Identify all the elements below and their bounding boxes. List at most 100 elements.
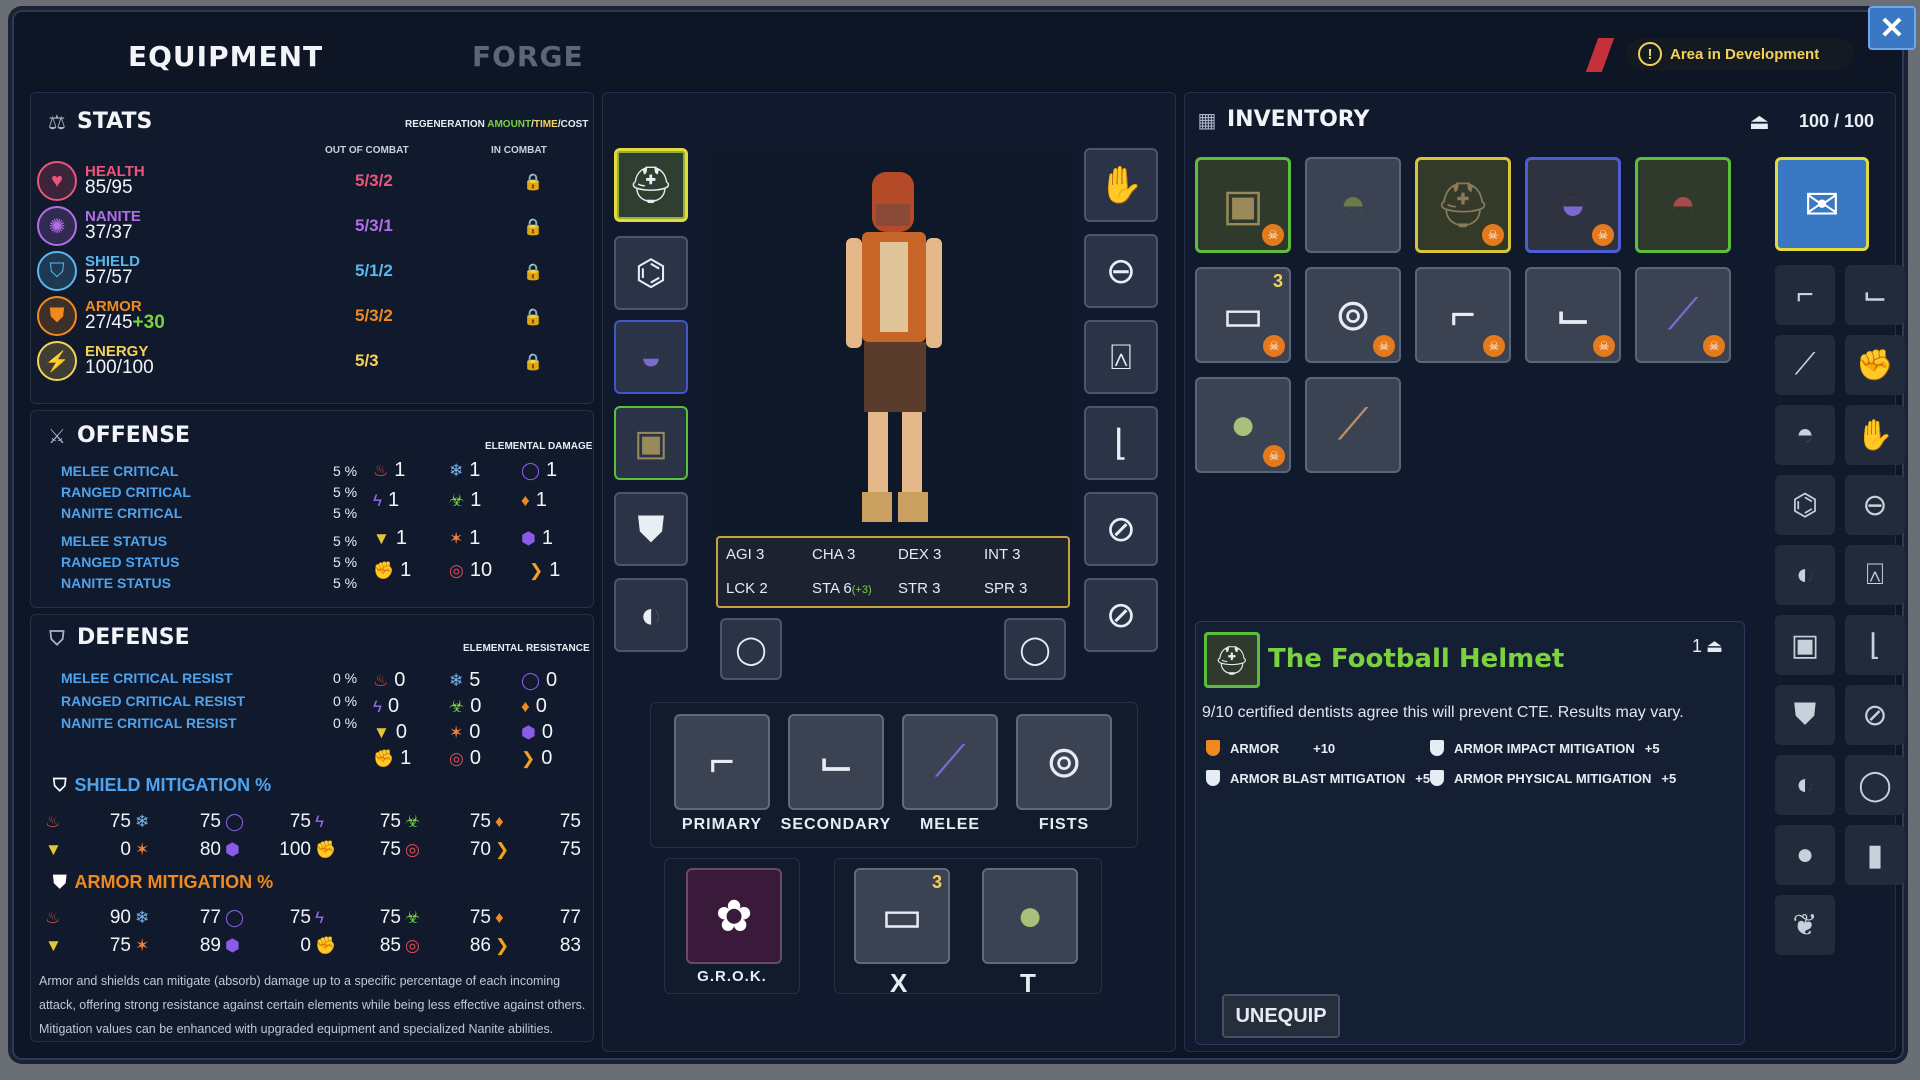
skull-icon: ☠ xyxy=(1262,224,1284,246)
mitigation-cell: ☣ 75 xyxy=(405,811,491,833)
inventory-item[interactable]: ⌙ ☠ xyxy=(1525,267,1621,363)
filter-backpacks[interactable]: ▣ xyxy=(1775,615,1835,675)
element-cell: ♨ 0 xyxy=(373,669,406,691)
slot-gloves[interactable]: ✋ xyxy=(1084,148,1158,222)
stat-shield: ⛉ SHIELD 57/57 5/1/2 🔒 xyxy=(37,249,577,293)
mitigation-value: 75 xyxy=(559,839,581,860)
mitigation-cell: ❄ 75 xyxy=(135,811,221,833)
filter-boots[interactable]: ⌊ xyxy=(1845,615,1905,675)
character-viewport[interactable] xyxy=(712,152,1072,532)
filter-melee[interactable]: ⟋ xyxy=(1775,335,1835,395)
slot-consumable-t[interactable]: ● xyxy=(982,868,1078,964)
filter-grenades[interactable]: ● xyxy=(1775,825,1835,885)
slot-backpack[interactable]: ▣ xyxy=(614,406,688,480)
defense-value: 0 % xyxy=(333,670,358,686)
attr-lck: LCK 2 xyxy=(726,580,768,597)
inventory-item[interactable]: ▭ 3 ☠ xyxy=(1195,267,1291,363)
slot-grok[interactable]: ✿ xyxy=(686,868,782,964)
filter-consumables[interactable]: ▮ xyxy=(1845,825,1905,885)
filter-pistols[interactable]: ⌙ xyxy=(1845,265,1905,325)
inventory-item[interactable]: ◓ xyxy=(1305,157,1401,253)
flame-icon: ♦ xyxy=(521,696,530,716)
tab-forge[interactable]: FORGE xyxy=(472,40,584,73)
ring-icon: ◯ xyxy=(1019,633,1051,665)
unequip-button[interactable]: UNEQUIP xyxy=(1222,994,1340,1038)
shield-outline-icon: ⛉ xyxy=(49,625,65,650)
filter-bracers[interactable]: ⊘ xyxy=(1845,685,1905,745)
slot-fists[interactable]: ⊚ xyxy=(1016,714,1112,810)
slot-bracer-left[interactable]: ⊘ xyxy=(1084,492,1158,566)
slot-tags[interactable]: ⌬ xyxy=(614,236,688,310)
slot-melee[interactable]: ⟋ xyxy=(902,714,998,810)
filter-pads[interactable]: ◐ xyxy=(1775,755,1835,815)
filter-all[interactable]: ✉ xyxy=(1775,157,1869,251)
filter-rifles[interactable]: ⌐ xyxy=(1775,265,1835,325)
filter-pants[interactable]: ⍓ xyxy=(1845,545,1905,605)
slot-chest[interactable]: ⛊ xyxy=(614,492,688,566)
filter-vests[interactable]: ⛊ xyxy=(1775,685,1835,745)
brass-knuckles-icon: ⊚ xyxy=(1334,290,1372,340)
leaf-icon: ❦ xyxy=(1792,908,1818,942)
filter-materials[interactable]: ❦ xyxy=(1775,895,1835,955)
slot-belt[interactable]: ⊖ xyxy=(1084,234,1158,308)
inventory-item[interactable]: ◒ ☠ xyxy=(1525,157,1621,253)
burst-icon: ✶ xyxy=(135,840,150,859)
cap-icon: ◒ xyxy=(640,336,662,377)
slot-consumable-x[interactable]: ▭ 3 xyxy=(854,868,950,964)
slot-bracer-right[interactable]: ⊘ xyxy=(1084,578,1158,652)
nanite-icon: ✺ xyxy=(37,206,77,246)
filter-shoulders[interactable]: ◐ xyxy=(1775,545,1835,605)
element-cell: ☣ 0 xyxy=(449,695,482,717)
inventory-item[interactable]: ⟋ xyxy=(1305,377,1401,473)
slot-secondary[interactable]: ⌙ xyxy=(788,714,884,810)
offense-value: 5 % xyxy=(333,575,358,591)
glove-icon: ✋ xyxy=(1856,418,1894,452)
filter-gloves[interactable]: ✋ xyxy=(1845,405,1905,465)
bracer-icon: ⊘ xyxy=(1105,594,1137,635)
lock-icon: 🔒 xyxy=(523,174,543,191)
inventory-item[interactable]: ⊚ ☠ xyxy=(1305,267,1401,363)
slot-shoulder[interactable]: ◐ xyxy=(614,578,688,652)
cap-icon: ◒ xyxy=(1559,180,1587,229)
inventory-item-selected[interactable]: ⛑ ☠ xyxy=(1415,157,1511,253)
filter-belts[interactable]: ⊖ xyxy=(1845,475,1905,535)
bottle-icon: ▮ xyxy=(1866,838,1884,872)
slot-primary[interactable]: ⌐ xyxy=(674,714,770,810)
skull-icon: ☠ xyxy=(1373,335,1395,357)
slot-pants[interactable]: ⍓ xyxy=(1084,320,1158,394)
slot-ring-right[interactable]: ◯ xyxy=(1004,618,1066,680)
defense-label: RANGED CRITICAL RESIST xyxy=(61,693,246,709)
attr-str: STR 3 xyxy=(898,580,941,597)
lightning-icon: ⚡ xyxy=(37,341,77,381)
tab-equipment[interactable]: EQUIPMENT xyxy=(128,40,323,73)
warning-icon: ! xyxy=(1638,42,1662,66)
offense-value: 5 % xyxy=(333,463,358,479)
mitigation-cell: ◯ 75 xyxy=(225,811,311,833)
filter-tags[interactable]: ⌬ xyxy=(1775,475,1835,535)
rifle-icon: ⌐ xyxy=(709,737,735,786)
slot-ring-left[interactable]: ◯ xyxy=(720,618,782,680)
mitigation-cell: ▼ 75 xyxy=(45,935,131,957)
inventory-item[interactable]: ● ☠ xyxy=(1195,377,1291,473)
shock-icon: ϟ xyxy=(315,908,324,927)
item-detail-card: ⛑ The Football Helmet 1 ⏏ 9/10 certified … xyxy=(1195,621,1745,1045)
inventory-item[interactable]: ◓ xyxy=(1635,157,1731,253)
shotgun-icon: ⟋ xyxy=(1337,400,1369,449)
filter-rings[interactable]: ◯ xyxy=(1845,755,1905,815)
mitigation-cell: ✊ 85 xyxy=(315,935,401,957)
frost-icon: ❄ xyxy=(449,670,464,690)
inventory-item[interactable]: ⟋ ☠ xyxy=(1635,267,1731,363)
slot-cap[interactable]: ◒ xyxy=(614,320,688,394)
filter-helmets[interactable]: ◓ xyxy=(1775,405,1835,465)
rifle-icon: ⌐ xyxy=(1450,290,1476,339)
chevron-icon: ▼ xyxy=(45,936,62,955)
slot-boots[interactable]: ⌊ xyxy=(1084,406,1158,480)
regen-header: REGENERATION AMOUNT/TIME/COST xyxy=(405,119,589,130)
slot-helmet[interactable]: ⛑ xyxy=(614,148,688,222)
inventory-item[interactable]: ▣ ☠ xyxy=(1195,157,1291,253)
void-icon: ◯ xyxy=(521,460,541,480)
inventory-item[interactable]: ⌐ ☠ xyxy=(1415,267,1511,363)
close-button[interactable]: ✕ xyxy=(1868,6,1916,50)
filter-fists[interactable]: ✊ xyxy=(1845,335,1905,395)
belt-icon: ⊖ xyxy=(1862,488,1888,522)
